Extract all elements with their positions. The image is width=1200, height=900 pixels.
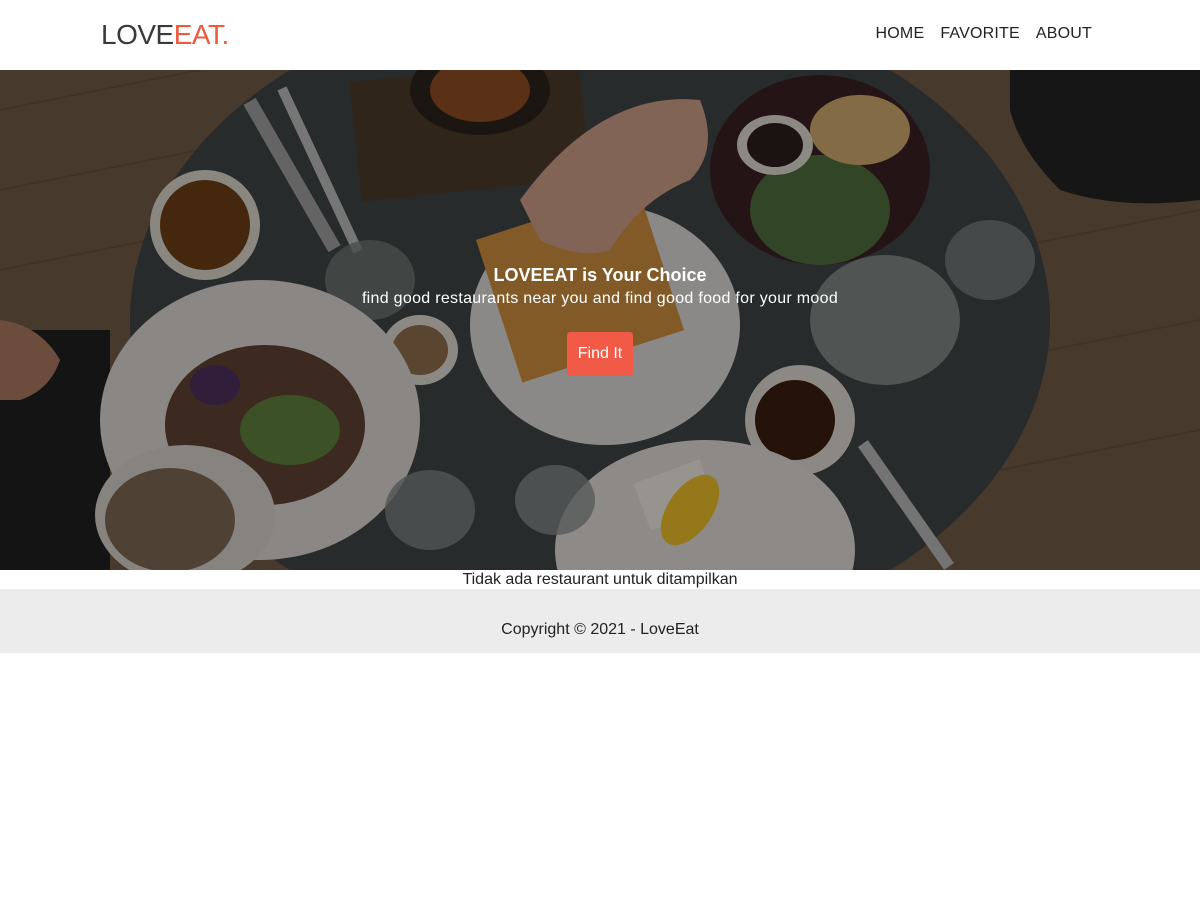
- nav-favorite-link[interactable]: FAVORITE: [940, 24, 1020, 44]
- hero-title: LOVEEAT is Your Choice: [493, 265, 707, 285]
- hero-overlay: [0, 70, 1200, 570]
- site-header: LOVEEAT. HOME FAVORITE ABOUT: [0, 0, 1200, 70]
- nav-home-link[interactable]: HOME: [876, 24, 925, 44]
- site-logo[interactable]: LOVEEAT.: [101, 18, 229, 52]
- main-nav: HOME FAVORITE ABOUT: [876, 24, 1092, 44]
- copyright-text: Copyright © 2021 - LoveEat: [501, 621, 699, 638]
- site-footer: Copyright © 2021 - LoveEat: [0, 589, 1200, 653]
- nav-about-link[interactable]: ABOUT: [1036, 24, 1092, 44]
- find-it-button[interactable]: Find It: [567, 332, 633, 376]
- hero-section: LOVEEAT is Your Choice find good restaur…: [0, 70, 1200, 570]
- empty-restaurant-message: Tidak ada restaurant untuk ditampilkan: [462, 571, 738, 588]
- logo-eat-text: EAT.: [173, 19, 230, 50]
- hero-subtitle: find good restaurants near you and find …: [361, 290, 839, 307]
- logo-love-text: LOVE: [101, 19, 174, 50]
